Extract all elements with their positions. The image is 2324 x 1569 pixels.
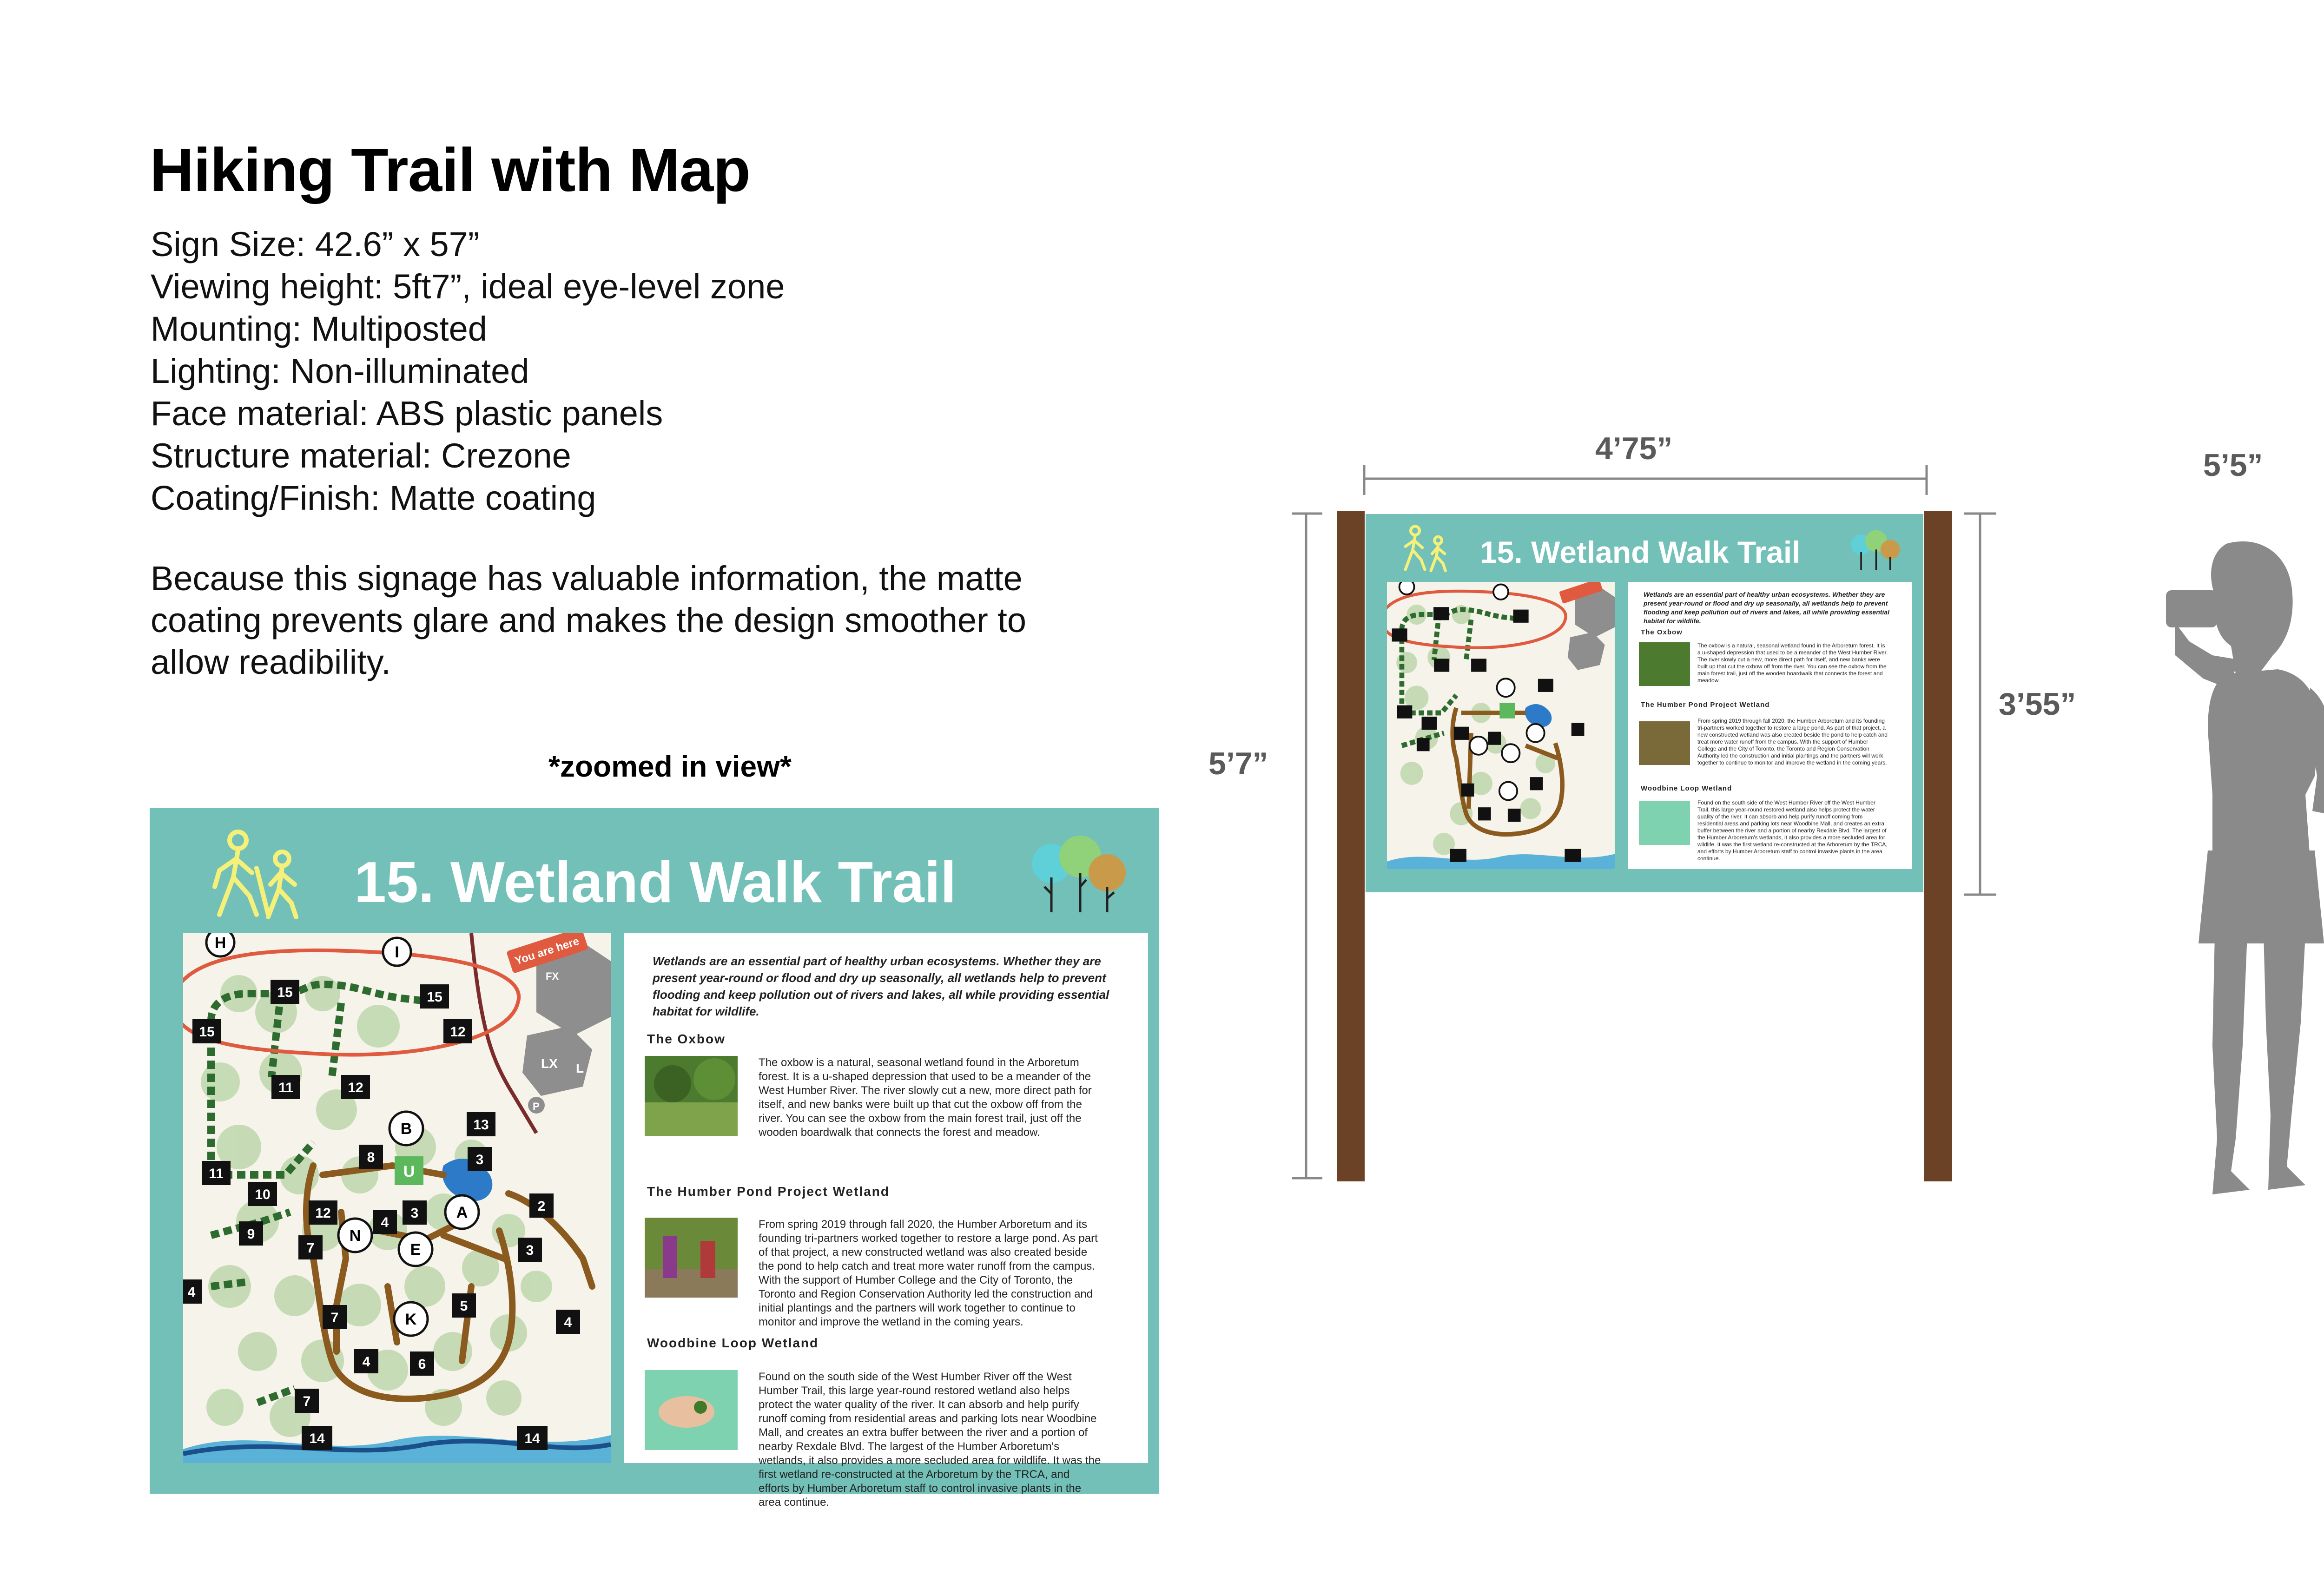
section-body-woodbine: Found on the south side of the West Humb… — [759, 1371, 1101, 1509]
spec-lighting: Lighting: Non-illuminated — [151, 352, 529, 390]
sign-title-small: 15. Wetland Walk Trail — [1480, 535, 1801, 569]
trail-marker-2: 2 — [538, 1199, 546, 1214]
trail-marker-15: 15 — [277, 985, 292, 1000]
height-dimension-label: 5’7” — [1208, 746, 1268, 781]
right-post — [1924, 511, 1952, 1181]
section-heading-oxbow: The Oxbow — [647, 1032, 726, 1046]
trail-marker-14: 14 — [524, 1431, 540, 1446]
map-circle-e: E — [410, 1241, 421, 1259]
zoomed-view-label: *zoomed in view* — [548, 750, 792, 783]
section-heading-woodbine-small: Woodbine Loop Wetland — [1641, 784, 1732, 792]
section-body-woodbine-small: Found on the south side of the West Humb… — [1697, 799, 1888, 862]
panel-height-dimension-line — [1964, 512, 1996, 896]
section-heading-oxbow-small: The Oxbow — [1641, 628, 1683, 636]
map-u-marker: U — [403, 1163, 415, 1180]
spec-mounting: Mounting: Multiposted — [151, 310, 487, 348]
trail-marker-10: 10 — [255, 1187, 270, 1202]
section-body-oxbow: The oxbow is a natural, seasonal wetland… — [759, 1056, 1092, 1139]
humber-pond-photo-small — [1639, 721, 1690, 765]
trail-marker-3: 3 — [411, 1206, 419, 1221]
svg-text:L: L — [576, 1061, 584, 1075]
section-body-humber-pond-small: From spring 2019 through fall 2020, the … — [1697, 718, 1888, 766]
svg-text:FX: FX — [546, 970, 559, 982]
trail-marker-4: 4 — [363, 1354, 370, 1370]
trees-icon — [1851, 530, 1900, 570]
panel-height-dimension-label: 3’55” — [1999, 686, 2076, 722]
spec-paragraph: Because this signage has valuable inform… — [151, 559, 1027, 681]
sign-title: 15. Wetland Walk Trail — [354, 850, 957, 915]
trail-marker-8: 8 — [367, 1150, 375, 1165]
section-heading-woodbine: Woodbine Loop Wetland — [647, 1336, 819, 1350]
trail-marker-3: 3 — [526, 1243, 534, 1258]
map-circle-b: B — [401, 1120, 412, 1138]
info-panel: Wetlands are an essential part of health… — [624, 933, 1148, 1509]
height-dimension-line — [1292, 512, 1322, 1180]
svg-text:LX: LX — [541, 1056, 558, 1071]
trail-marker-7: 7 — [331, 1310, 339, 1325]
section-heading-humber-pond-small: The Humber Pond Project Wetland — [1641, 701, 1770, 709]
humber-pond-photo — [645, 1218, 738, 1298]
woodbine-photo-small — [1639, 801, 1690, 845]
spec-coating: Coating/Finish: Matte coating — [151, 479, 596, 517]
oxbow-photo-small — [1639, 642, 1690, 686]
trail-marker-11: 11 — [209, 1166, 224, 1181]
trail-marker-9: 9 — [247, 1226, 255, 1242]
map-circle-i: I — [395, 943, 399, 961]
woodbine-photo — [645, 1370, 738, 1450]
spec-sign-size: Sign Size: 42.6” x 57” — [151, 225, 480, 264]
hikers-icon — [212, 830, 298, 919]
trail-marker-12: 12 — [450, 1024, 465, 1040]
trail-marker-5: 5 — [460, 1299, 468, 1314]
width-dimension-label: 4’75” — [1595, 431, 1673, 466]
spec-face-material: Face material: ABS plastic panels — [151, 394, 663, 433]
section-heading-humber-pond: The Humber Pond Project Wetland — [647, 1184, 890, 1199]
spec-viewing-height: Viewing height: 5ft7”, ideal eye-level z… — [151, 267, 785, 306]
trail-marker-12: 12 — [348, 1080, 363, 1095]
trail-marker-7: 7 — [307, 1240, 315, 1256]
trail-marker-11: 11 — [278, 1080, 293, 1095]
left-post — [1337, 511, 1365, 1181]
map-circle-n: N — [350, 1227, 361, 1245]
section-body-oxbow-small: The oxbow is a natural, seasonal wetland… — [1697, 642, 1888, 684]
info-panel-small: Wetlands are an essential part of health… — [1628, 582, 1912, 869]
trail-marker-13: 13 — [473, 1117, 489, 1133]
hikers-icon — [1404, 525, 1447, 573]
trail-marker-7: 7 — [303, 1394, 311, 1409]
person-height-label: 5’5” — [2203, 448, 2263, 483]
zoomed-sign-panel: 15. Wetland Walk Trail FX LX L P You are… — [150, 808, 1159, 1509]
map-circle-h: H — [215, 934, 226, 952]
trail-marker-4: 4 — [564, 1315, 572, 1330]
section-body-humber-pond: From spring 2019 through fall 2020, the … — [759, 1218, 1098, 1328]
trees-icon — [1032, 836, 1126, 912]
spec-list: Sign Size: 42.6” x 57” Viewing height: 5… — [151, 223, 785, 519]
trail-map-small — [1387, 582, 1615, 869]
trail-marker-4: 4 — [381, 1215, 389, 1230]
map-circle-k: K — [405, 1311, 417, 1328]
trail-marker-12: 12 — [315, 1206, 330, 1221]
trail-marker-3: 3 — [476, 1152, 484, 1167]
trail-map: FX LX L P You are here H I B N E A K U 1… — [183, 933, 611, 1463]
trail-marker-15: 15 — [199, 1024, 214, 1040]
info-intro-small: Wetlands are an essential part of health… — [1644, 591, 1889, 625]
info-intro: Wetlands are an essential part of health… — [653, 954, 1109, 1018]
spec-structure-material: Structure material: Crezone — [151, 436, 571, 475]
map-circle-a: A — [456, 1204, 468, 1221]
trail-marker-6: 6 — [418, 1357, 426, 1372]
svg-text:P: P — [533, 1101, 540, 1112]
oxbow-photo — [645, 1056, 738, 1136]
full-sign-panel: 15. Wetland Walk Trail Wetlands are an e… — [1366, 514, 1923, 892]
trail-marker-4: 4 — [188, 1285, 196, 1300]
page-title: Hiking Trail with Map — [150, 136, 751, 204]
trail-marker-15: 15 — [427, 989, 442, 1005]
person-silhouette-icon — [2166, 541, 2324, 1194]
trail-marker-14: 14 — [309, 1431, 325, 1446]
